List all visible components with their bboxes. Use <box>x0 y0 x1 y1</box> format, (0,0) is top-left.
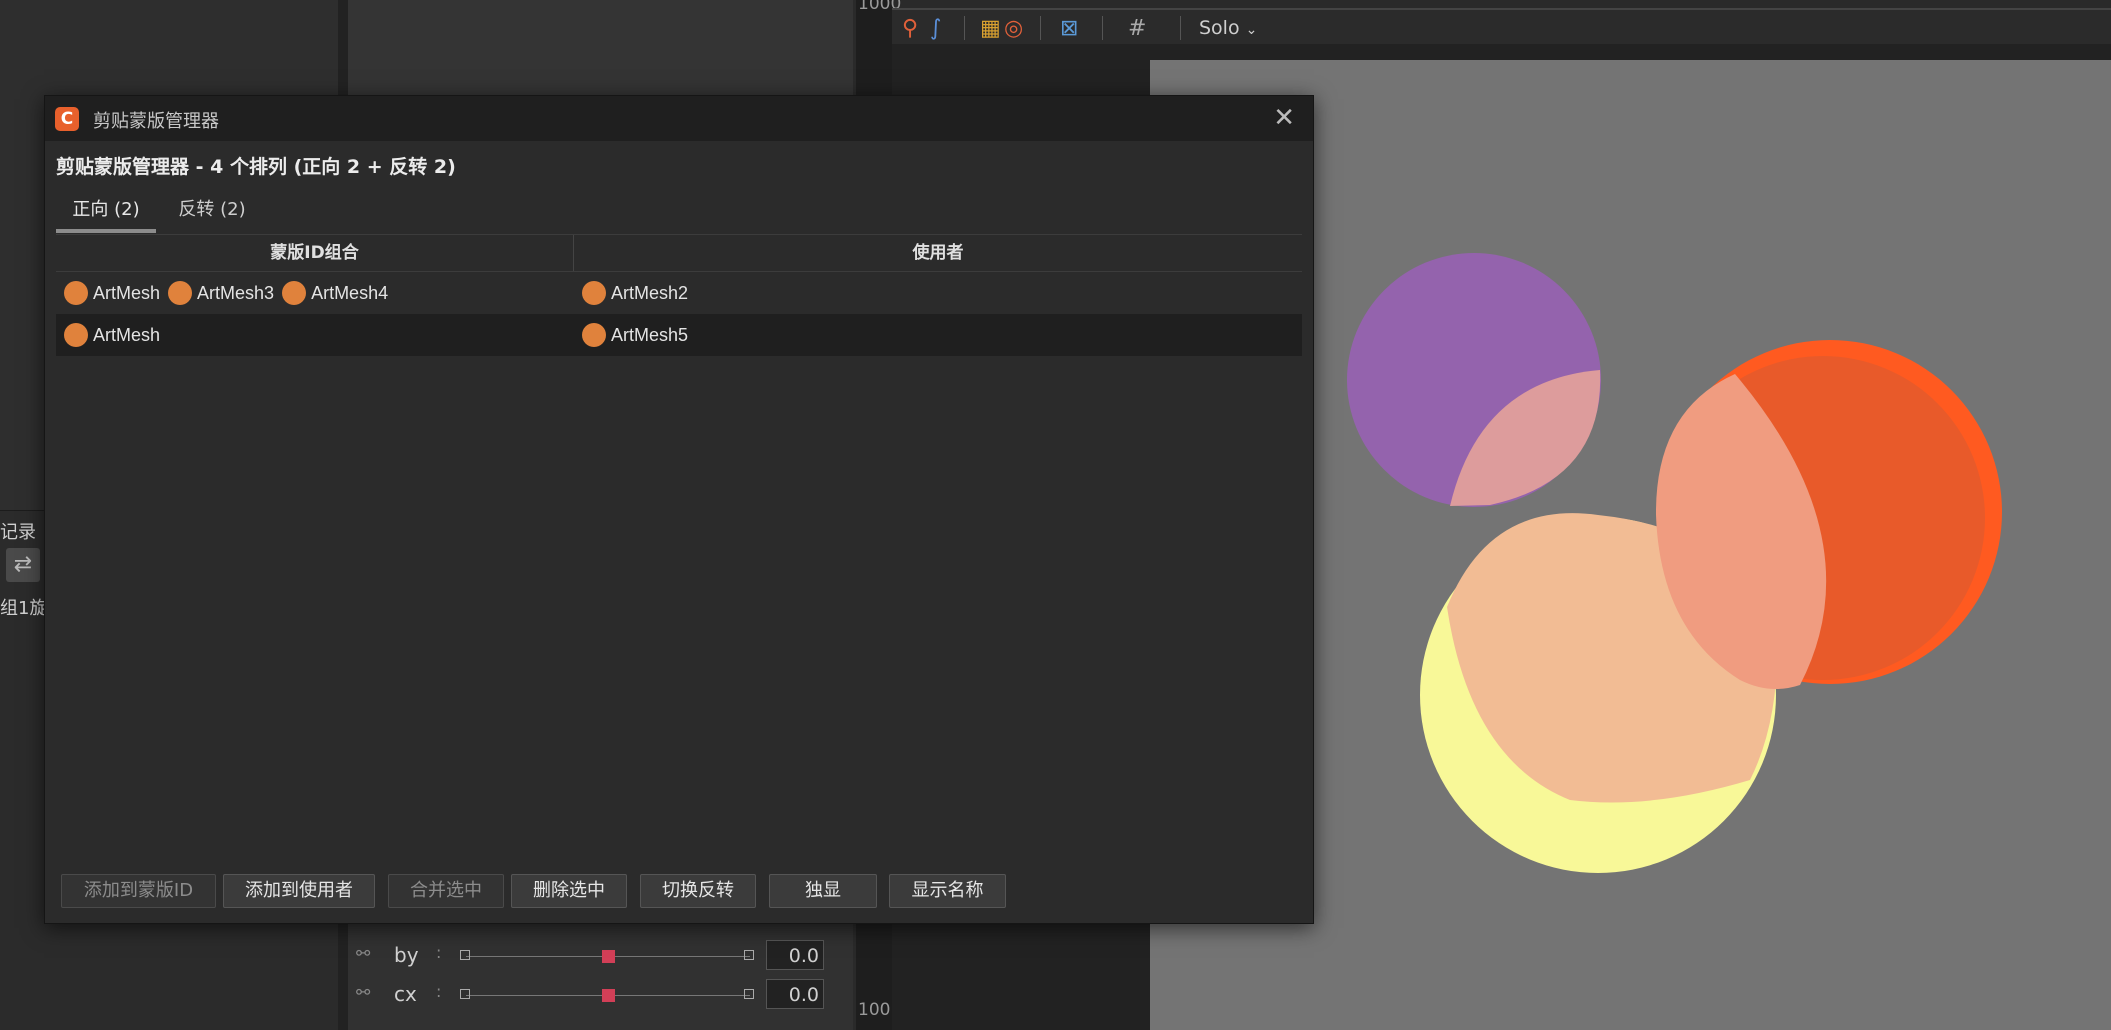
column-header-users[interactable]: 使用者 <box>574 235 1302 271</box>
chevron-down-icon: ⌄ <box>1245 22 1258 38</box>
link-icon[interactable]: ⚯ <box>356 983 370 1003</box>
slider-knob[interactable] <box>602 950 615 963</box>
tab-forward[interactable]: 正向 (2) <box>56 191 156 233</box>
clip-mask-manager-dialog: C 剪贴蒙版管理器 ✕ 剪贴蒙版管理器 - 4 个排列 (正向 2 + 反转 2… <box>44 95 1314 924</box>
target-icon[interactable]: ◎ <box>1004 16 1023 41</box>
add-to-users-button[interactable]: 添加到使用者 <box>223 874 375 908</box>
table-row[interactable]: ArtMesh ArtMesh3 ArtMesh4 ArtMesh2 <box>56 272 1302 314</box>
mesh-tag: ArtMesh <box>64 281 160 305</box>
slider-min-handle[interactable] <box>460 989 470 999</box>
mesh-tag: ArtMesh4 <box>282 281 388 305</box>
mesh-icon <box>64 323 88 347</box>
glue-icon[interactable]: ▦ <box>980 16 1001 41</box>
param-name: cx <box>394 982 417 1006</box>
param-value-field[interactable]: 0.0 <box>766 940 824 970</box>
delete-selected-button[interactable]: 删除选中 <box>511 874 627 908</box>
slider-max-handle[interactable] <box>744 989 754 999</box>
dialog-heading: 剪贴蒙版管理器 - 4 个排列 (正向 2 + 反转 2) <box>56 156 456 178</box>
slider-knob[interactable] <box>602 989 615 1002</box>
mesh-tag: ArtMesh2 <box>582 281 688 305</box>
close-icon[interactable]: ✕ <box>1273 103 1295 133</box>
slider-min-handle[interactable] <box>460 950 470 960</box>
middle-top-panel <box>348 0 853 96</box>
mesh-icon <box>168 281 193 305</box>
user-cell: ArtMesh5 <box>582 314 1282 356</box>
mesh-icon <box>582 281 606 305</box>
curve-icon[interactable]: ∫ <box>930 16 941 41</box>
mesh-tag: ArtMesh5 <box>582 323 688 347</box>
param-value-field[interactable]: 0.0 <box>766 979 824 1009</box>
param-row-cx: ⚯ cx : 0.0 <box>348 979 828 1013</box>
add-to-mask-id-button[interactable]: 添加到蒙版ID <box>61 874 216 908</box>
table-header: 蒙版ID组合 使用者 <box>56 234 1302 272</box>
mask-id-cell: ArtMesh <box>64 314 569 356</box>
param-name: by <box>394 943 419 967</box>
deform-icon[interactable]: ⊠ <box>1060 16 1078 41</box>
mesh-icon <box>582 323 606 347</box>
mask-table: 蒙版ID组合 使用者 ArtMesh ArtMesh3 ArtMesh4 Art… <box>56 234 1302 356</box>
mesh-edit-icon[interactable]: ⚲ <box>902 16 918 41</box>
slider-max-handle[interactable] <box>744 950 754 960</box>
viewport-toolbar: ⚲ ∫ ▦ ◎ ⊠ # Solo ⌄ <box>892 8 2111 47</box>
solo-dropdown[interactable]: Solo ⌄ <box>1199 17 1257 39</box>
column-header-mask-ids[interactable]: 蒙版ID组合 <box>56 235 573 271</box>
solo-button[interactable]: 独显 <box>769 874 877 908</box>
table-row[interactable]: ArtMesh ArtMesh5 <box>56 314 1302 356</box>
show-names-button[interactable]: 显示名称 <box>889 874 1006 908</box>
swap-icon[interactable]: ⇄ <box>6 548 40 582</box>
mesh-tag: ArtMesh <box>64 323 160 347</box>
mesh-tag: ArtMesh3 <box>168 281 274 305</box>
link-icon[interactable]: ⚯ <box>356 944 370 964</box>
ruler-label: 100 <box>858 1000 891 1020</box>
merge-selected-button[interactable]: 合并选中 <box>388 874 504 908</box>
user-cell: ArtMesh2 <box>582 272 1282 314</box>
left-label-record: 记录 <box>0 522 36 543</box>
left-label-group: 组1旋 <box>0 598 48 619</box>
toggle-invert-button[interactable]: 切换反转 <box>640 874 756 908</box>
mask-id-cell: ArtMesh ArtMesh3 ArtMesh4 <box>64 272 569 314</box>
dialog-titlebar[interactable]: C 剪贴蒙版管理器 ✕ <box>45 96 1313 141</box>
app-logo-icon: C <box>55 107 79 131</box>
tab-inverted[interactable]: 反转 (2) <box>162 191 262 229</box>
param-row-by: ⚯ by : 0.0 <box>348 940 828 974</box>
grid-off-icon[interactable]: # <box>1128 16 1146 41</box>
mesh-icon <box>282 281 307 305</box>
mesh-icon <box>64 281 88 305</box>
dialog-title: 剪贴蒙版管理器 <box>93 111 219 132</box>
